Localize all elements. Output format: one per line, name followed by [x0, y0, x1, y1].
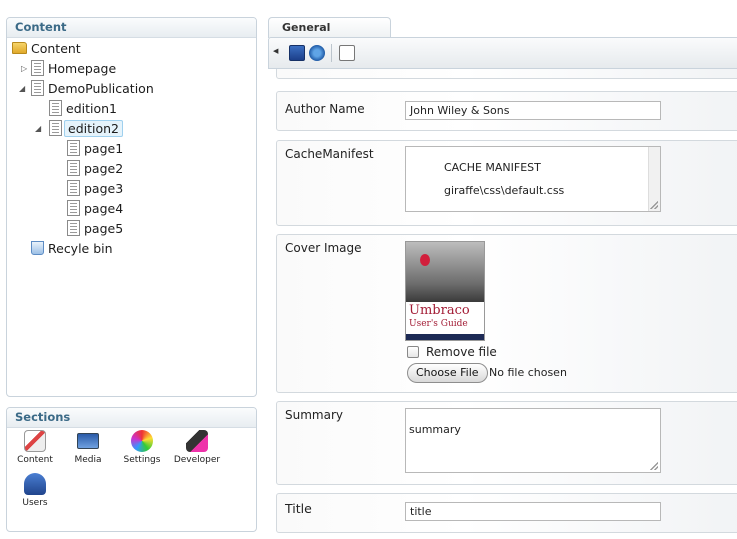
content-icon	[24, 430, 46, 452]
book-title: Umbraco	[409, 303, 470, 318]
tree-node-content[interactable]: Content	[12, 40, 81, 58]
toolbar-divider	[331, 44, 332, 62]
tree-node-label: Recyle bin	[48, 241, 113, 256]
property-row-cover-image: Cover Image Umbraco User's Guide Remove …	[276, 234, 737, 393]
book-subtitle: User's Guide	[409, 319, 468, 329]
section-label: Media	[74, 455, 102, 465]
cover-image-label: Cover Image	[285, 241, 362, 255]
preview-icon[interactable]	[339, 45, 355, 61]
section-label: Content	[17, 455, 53, 465]
properties-scroll-area[interactable]: Author Name John Wiley & Sons CacheManif…	[276, 69, 737, 539]
tree-node-page3[interactable]: page3	[67, 180, 123, 198]
remove-file-checkbox[interactable]	[407, 346, 419, 358]
section-label: Settings	[123, 455, 161, 465]
document-icon	[67, 160, 80, 176]
author-name-label: Author Name	[285, 102, 365, 116]
document-icon	[67, 220, 80, 236]
title-label: Title	[285, 501, 312, 516]
resize-grip-icon[interactable]	[650, 462, 658, 470]
section-users[interactable]: Users	[11, 473, 59, 508]
collapse-arrow-icon[interactable]: ◢	[19, 80, 25, 98]
author-name-input[interactable]: John Wiley & Sons	[405, 101, 661, 120]
property-row-hidden	[276, 69, 737, 79]
cover-image-thumbnail[interactable]: Umbraco User's Guide	[405, 241, 485, 341]
editor-toolbar: ◀	[268, 37, 737, 69]
summary-textarea[interactable]: summary	[405, 408, 661, 473]
remove-file-label: Remove file	[426, 345, 497, 359]
save-and-publish-icon[interactable]	[309, 45, 325, 61]
property-row-summary: Summary summary	[276, 401, 737, 485]
sections-panel: Sections Content Media Settings Develope…	[6, 407, 257, 532]
section-media[interactable]: Media	[64, 430, 112, 465]
tree-node-label: page3	[84, 181, 124, 196]
developer-icon	[186, 430, 208, 452]
tree-node-label: edition1	[66, 101, 117, 116]
section-content[interactable]: Content	[11, 430, 59, 465]
media-icon	[77, 433, 99, 449]
property-row-author-name: Author Name John Wiley & Sons	[276, 91, 737, 131]
choose-file-button[interactable]: Choose File	[407, 363, 488, 383]
balloon-graphic	[420, 254, 430, 266]
tree-node-homepage[interactable]: Homepage	[31, 60, 116, 78]
tree-node-label: DemoPublication	[48, 81, 154, 96]
document-icon	[67, 140, 80, 156]
collapse-left-icon[interactable]: ◀	[273, 47, 278, 55]
no-file-chosen-text: No file chosen	[489, 366, 567, 379]
content-panel-title: Content	[7, 18, 256, 38]
tree-node-label: page2	[84, 161, 124, 176]
title-input[interactable]: title	[405, 502, 661, 521]
sections-panel-title: Sections	[7, 408, 256, 428]
tree-node-label: page1	[84, 141, 124, 156]
folder-icon	[12, 42, 27, 54]
resize-grip-icon[interactable]	[650, 201, 658, 209]
document-icon	[67, 200, 80, 216]
cache-manifest-label: CacheManifest	[285, 147, 374, 161]
tree-node-label: Homepage	[48, 61, 117, 76]
tree-node-label: edition2	[64, 120, 123, 137]
cover-footer-bar	[406, 334, 484, 340]
settings-icon	[131, 430, 153, 452]
document-icon	[49, 120, 62, 136]
document-icon	[49, 100, 62, 116]
expand-arrow-icon[interactable]: ▷	[21, 60, 27, 78]
collapse-arrow-icon[interactable]: ◢	[35, 120, 41, 138]
tab-general-properties[interactable]: General Properties	[268, 17, 391, 53]
tree-node-page1[interactable]: page1	[67, 140, 123, 158]
section-developer[interactable]: Developer	[173, 430, 221, 465]
property-row-title: Title title	[276, 493, 737, 533]
content-tree-panel: Content Content ▷ Homepage ◢ DemoPublica…	[6, 17, 257, 397]
tree-node-recycle-bin[interactable]: Recyle bin	[31, 240, 113, 258]
section-label: Developer	[173, 455, 221, 465]
recycle-bin-icon	[31, 241, 44, 255]
tree-node-page4[interactable]: page4	[67, 200, 123, 218]
cover-photo	[406, 242, 484, 302]
save-icon[interactable]	[289, 45, 305, 61]
property-row-cache-manifest: CacheManifest CACHE MANIFEST giraffe\css…	[276, 140, 737, 226]
section-settings[interactable]: Settings	[118, 430, 166, 465]
document-icon	[31, 80, 44, 96]
tree-node-edition2[interactable]: edition2	[49, 120, 123, 138]
tree-node-label: Content	[31, 41, 81, 56]
tree-node-demopublication[interactable]: DemoPublication	[31, 80, 154, 98]
section-label: Users	[22, 498, 48, 508]
document-icon	[67, 180, 80, 196]
summary-value: summary	[409, 423, 461, 436]
tree-node-edition1[interactable]: edition1	[49, 100, 117, 118]
tree-node-page2[interactable]: page2	[67, 160, 123, 178]
tree-node-label: page5	[84, 221, 124, 236]
cache-manifest-textarea[interactable]: CACHE MANIFEST giraffe\css\default.css	[405, 146, 661, 212]
users-icon	[24, 473, 46, 495]
cache-manifest-line: giraffe\css\default.css	[444, 184, 565, 197]
summary-label: Summary	[285, 408, 343, 422]
tree-node-label: page4	[84, 201, 124, 216]
document-icon	[31, 60, 44, 76]
tree-node-page5[interactable]: page5	[67, 220, 123, 238]
cache-manifest-line: CACHE MANIFEST	[444, 161, 541, 174]
